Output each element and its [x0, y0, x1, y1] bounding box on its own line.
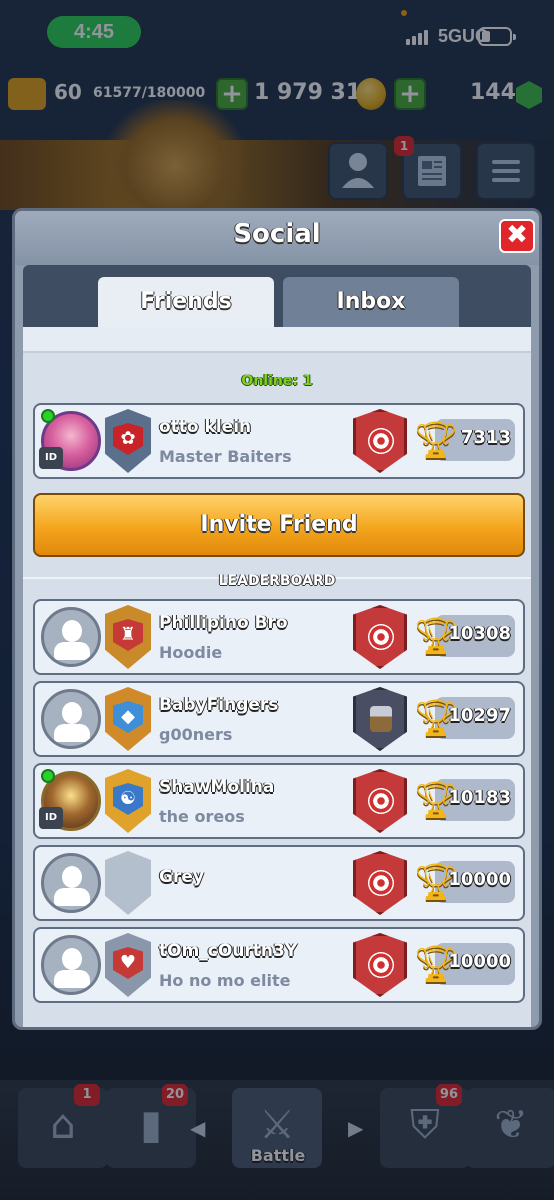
- friends-list[interactable]: Online: 1 ID ✿ otto klein Master Baiters…: [23, 327, 531, 1027]
- trophy-count: 10297: [448, 705, 511, 726]
- arena-icon: [353, 933, 407, 997]
- id-badge: ID: [39, 807, 63, 829]
- invite-friend-button[interactable]: Invite Friend: [33, 493, 525, 557]
- leaderboard-label: LEADERBOARD: [218, 573, 336, 589]
- leaderboard-row[interactable]: ID ☯ ShawMolina the oreos 🏆︎ 10183: [33, 763, 525, 839]
- arena-icon: [353, 687, 407, 751]
- arena-icon: [353, 851, 407, 915]
- arena-icon: [353, 409, 407, 473]
- player-name: tOm_cOurtn3Y: [159, 941, 298, 961]
- leaderboard-row[interactable]: ♥ tOm_cOurtn3Y Ho no mo elite 🏆︎ 10000: [33, 927, 525, 1003]
- player-name: ShawMolina: [159, 777, 275, 797]
- leaderboard-row[interactable]: ◆ BabyFingers g00ners 🏆︎ 10297: [33, 681, 525, 757]
- online-count-label: Online: 1: [241, 373, 313, 389]
- online-indicator-icon: [41, 769, 55, 783]
- list-top-stripe: [23, 327, 531, 353]
- avatar: [41, 607, 101, 667]
- friend-row[interactable]: ID ✿ otto klein Master Baiters 🏆︎ 7313: [33, 403, 525, 479]
- clan-badge-icon: ✿: [105, 409, 151, 473]
- trophy-count: 10000: [448, 951, 511, 972]
- arena-icon: [353, 769, 407, 833]
- player-name: otto klein: [159, 417, 252, 437]
- clan-badge-icon: ♜: [105, 605, 151, 669]
- player-name: Phillipino Bro: [159, 613, 288, 633]
- avatar: [41, 935, 101, 995]
- close-button[interactable]: ✖: [499, 219, 535, 253]
- close-icon: ✖: [506, 220, 528, 250]
- clan-badge-icon: ☯: [105, 769, 151, 833]
- player-name: BabyFingers: [159, 695, 279, 715]
- arena-icon: [353, 605, 407, 669]
- clan-badge-icon: ◆: [105, 687, 151, 751]
- online-indicator-icon: [41, 409, 55, 423]
- tab-friends[interactable]: Friends: [98, 277, 274, 327]
- leaderboard-row[interactable]: ♜ Phillipino Bro Hoodie 🏆︎ 10308: [33, 599, 525, 675]
- clan-name: Ho no mo elite: [159, 971, 291, 990]
- trophy-count: 10000: [448, 869, 511, 890]
- modal-header: Social ✖: [15, 211, 539, 265]
- player-name: Grey: [159, 867, 204, 887]
- modal-title: Social: [233, 219, 321, 249]
- clan-name: g00ners: [159, 725, 233, 744]
- clan-badge-icon: [105, 851, 151, 915]
- social-modal: Social ✖ Friends Inbox Online: 1 ID ✿ ot…: [12, 208, 542, 1030]
- clan-badge-icon: ♥: [105, 933, 151, 997]
- leaderboard-row[interactable]: Grey 🏆︎ 10000: [33, 845, 525, 921]
- clan-name: Master Baiters: [159, 447, 292, 466]
- trophy-count: 10308: [448, 623, 511, 644]
- clan-name: Hoodie: [159, 643, 223, 662]
- tab-inbox[interactable]: Inbox: [283, 277, 459, 327]
- avatar: [41, 689, 101, 749]
- id-badge: ID: [39, 447, 63, 469]
- trophy-count: 7313: [460, 427, 511, 448]
- tab-strip: Friends Inbox: [23, 265, 531, 327]
- avatar: [41, 853, 101, 913]
- trophy-count: 10183: [448, 787, 511, 808]
- clan-name: the oreos: [159, 807, 245, 826]
